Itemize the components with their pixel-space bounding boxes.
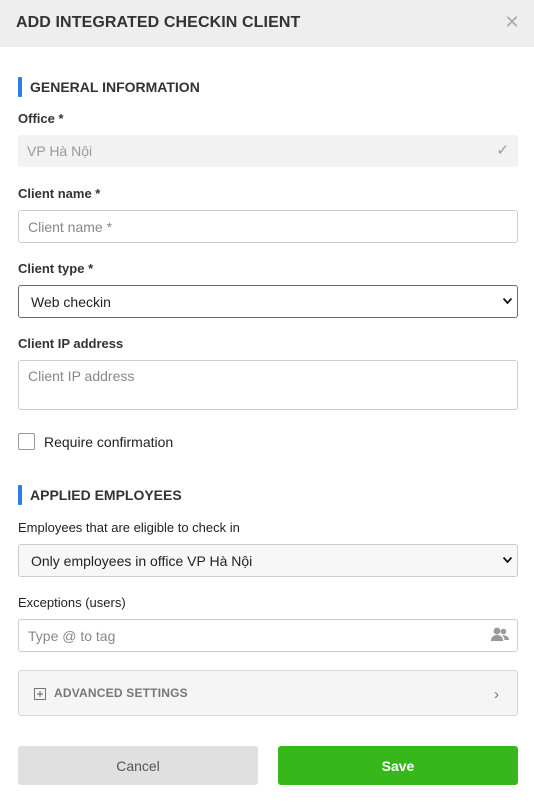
chevron-down-icon bbox=[503, 557, 512, 565]
exceptions-label: Exceptions (users) bbox=[18, 595, 126, 610]
client-ip-label: Client IP address bbox=[18, 336, 124, 351]
save-button[interactable]: Save bbox=[278, 746, 518, 785]
plus-square-icon bbox=[34, 687, 46, 700]
exceptions-field bbox=[18, 619, 518, 652]
exceptions-input[interactable] bbox=[18, 619, 518, 652]
section-accent-bar bbox=[18, 77, 22, 97]
chevron-down-icon bbox=[503, 298, 512, 306]
client-type-value: Web checkin bbox=[31, 294, 111, 310]
section-title: APPLIED EMPLOYEES bbox=[30, 487, 182, 503]
advanced-settings-label: ADVANCED SETTINGS bbox=[54, 686, 188, 700]
client-ip-input[interactable] bbox=[18, 360, 518, 410]
dialog-title: ADD INTEGRATED CHECKIN CLIENT bbox=[16, 14, 301, 31]
section-general-information: GENERAL INFORMATION bbox=[18, 77, 200, 97]
users-icon[interactable] bbox=[490, 626, 510, 644]
advanced-settings-toggle[interactable]: ADVANCED SETTINGS › bbox=[18, 670, 518, 716]
check-icon: ✓ bbox=[496, 142, 509, 159]
require-confirmation-checkbox[interactable] bbox=[18, 433, 35, 450]
section-applied-employees: APPLIED EMPLOYEES bbox=[18, 485, 182, 505]
office-field: VP Hà Nội ✓ bbox=[18, 135, 518, 167]
eligible-value: Only employees in office VP Hà Nội bbox=[31, 553, 253, 569]
dialog-header: ADD INTEGRATED CHECKIN CLIENT ✕ bbox=[0, 0, 534, 47]
eligible-select[interactable]: Only employees in office VP Hà Nội bbox=[18, 544, 518, 577]
require-confirmation-label: Require confirmation bbox=[44, 433, 174, 450]
client-type-select[interactable]: Web checkin bbox=[18, 285, 518, 318]
close-icon[interactable]: ✕ bbox=[502, 11, 522, 33]
section-accent-bar bbox=[18, 485, 22, 505]
eligible-label: Employees that are eligible to check in bbox=[18, 520, 240, 535]
cancel-button[interactable]: Cancel bbox=[18, 746, 258, 785]
office-label: Office * bbox=[18, 111, 64, 126]
client-name-label: Client name * bbox=[18, 186, 101, 201]
office-value: VP Hà Nội bbox=[27, 143, 93, 159]
chevron-right-icon: › bbox=[494, 686, 499, 703]
client-type-label: Client type * bbox=[18, 261, 94, 276]
client-name-input[interactable] bbox=[18, 210, 518, 243]
section-title: GENERAL INFORMATION bbox=[30, 79, 200, 95]
require-confirmation-row[interactable]: Require confirmation bbox=[18, 433, 173, 450]
